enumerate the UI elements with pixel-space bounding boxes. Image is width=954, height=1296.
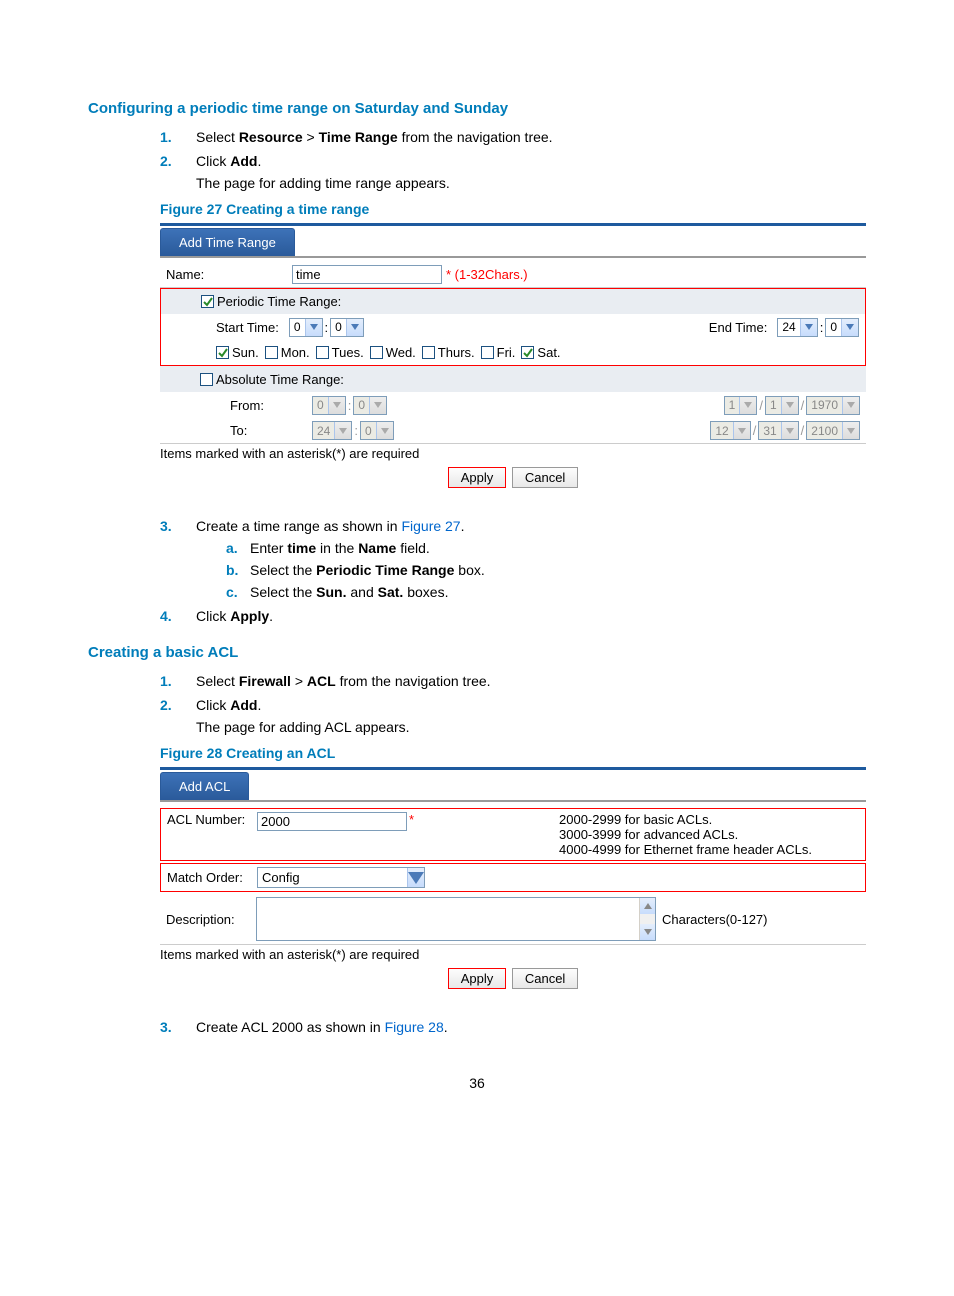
day-wed-label: Wed. [386,345,416,360]
substep-letter: c. [226,584,238,600]
day-mon-checkbox[interactable] [265,346,278,359]
required-footnote: Items marked with an asterisk(*) are req… [160,945,866,964]
description-hint: Characters(0-127) [662,912,768,927]
step-text: Create a time range as shown in Figure 2… [196,518,465,534]
figure-28-link[interactable]: Figure 28 [385,1019,444,1035]
scroll-up-icon[interactable] [640,898,655,914]
apply-button[interactable]: Apply [448,968,507,989]
day-sat-checkbox[interactable] [521,346,534,359]
figure-caption-27: Figure 27 Creating a time range [160,201,866,217]
to-month-select: 31 [758,421,798,440]
name-input[interactable] [292,265,442,284]
step-text: Create ACL 2000 as shown in Figure 28. [196,1019,448,1035]
day-wed-checkbox[interactable] [370,346,383,359]
section-heading-2: Creating a basic ACL [88,644,866,661]
step-text: Select Resource > Time Range from the na… [196,129,553,145]
step-number: 1. [160,129,172,145]
acl-number-input[interactable] [257,812,407,831]
step-number: 1. [160,673,172,689]
tab-add-time-range[interactable]: Add Time Range [160,228,295,256]
day-thu-label: Thurs. [438,345,475,360]
cancel-button[interactable]: Cancel [512,467,578,488]
day-mon-label: Mon. [281,345,310,360]
from-day-select: 1 [724,396,758,415]
section-heading-1: Configuring a periodic time range on Sat… [88,100,866,117]
figure-27-screenshot: Add Time Range Name: * (1-32Chars.) Peri… [160,223,866,488]
step-text: Click Apply. [196,608,273,624]
to-minute-select: 0 [360,421,394,440]
name-hint: * (1-32Chars.) [446,267,528,282]
match-order-label: Match Order: [167,870,257,885]
description-textarea[interactable] [256,897,656,941]
day-thu-checkbox[interactable] [422,346,435,359]
scroll-down-icon[interactable] [640,924,655,940]
substep-text: Select the Periodic Time Range box. [250,562,485,578]
start-minute-select[interactable]: 0 [330,318,364,337]
absolute-label: Absolute Time Range: [216,372,344,387]
to-year-select: 2100 [806,421,860,440]
cancel-button[interactable]: Cancel [512,968,578,989]
absolute-checkbox[interactable] [200,373,213,386]
day-sun-label: Sun. [232,345,259,360]
day-sat-label: Sat. [537,345,560,360]
step-text: Click Add. [196,153,261,169]
day-fri-checkbox[interactable] [481,346,494,359]
to-day-select: 12 [710,421,750,440]
step-number: 2. [160,153,172,169]
step-subtext: The page for adding time range appears. [196,175,866,191]
periodic-label: Periodic Time Range: [217,294,341,309]
name-label: Name: [166,267,282,282]
substep-letter: b. [226,562,238,578]
description-label: Description: [166,912,256,927]
from-label: From: [230,398,302,413]
from-hour-select: 0 [312,396,346,415]
substep-text: Select the Sun. and Sat. boxes. [250,584,448,600]
step-text: Select Firewall > ACL from the navigatio… [196,673,491,689]
step-number: 4. [160,608,172,624]
figure-28-screenshot: Add ACL ACL Number: * 2000-2999 for basi… [160,767,866,989]
step-number: 3. [160,1019,172,1035]
substep-text: Enter time in the Name field. [250,540,430,556]
periodic-checkbox[interactable] [201,295,214,308]
figure-caption-28: Figure 28 Creating an ACL [160,745,866,761]
day-tue-checkbox[interactable] [316,346,329,359]
to-label: To: [230,423,302,438]
acl-number-help: 2000-2999 for basic ACLs. 3000-3999 for … [559,812,859,857]
from-year-select: 1970 [806,396,860,415]
day-sun-checkbox[interactable] [216,346,229,359]
from-month-select: 1 [765,396,799,415]
to-hour-select: 24 [312,421,352,440]
page-number: 36 [88,1075,866,1091]
end-minute-select[interactable]: 0 [825,318,859,337]
match-order-select[interactable]: Config [257,867,425,888]
figure-27-link[interactable]: Figure 27 [401,518,460,534]
day-tue-label: Tues. [332,345,364,360]
step-number: 2. [160,697,172,713]
substep-letter: a. [226,540,238,556]
end-hour-select[interactable]: 24 [777,318,817,337]
step-subtext: The page for adding ACL appears. [196,719,866,735]
from-minute-select: 0 [353,396,387,415]
step-text: Click Add. [196,697,261,713]
tab-add-acl[interactable]: Add ACL [160,772,249,800]
end-time-label: End Time: [709,320,768,335]
required-footnote: Items marked with an asterisk(*) are req… [160,444,866,463]
day-fri-label: Fri. [497,345,516,360]
apply-button[interactable]: Apply [448,467,507,488]
acl-number-label: ACL Number: [167,812,257,827]
start-hour-select[interactable]: 0 [289,318,323,337]
step-number: 3. [160,518,172,534]
start-time-label: Start Time: [216,320,279,335]
